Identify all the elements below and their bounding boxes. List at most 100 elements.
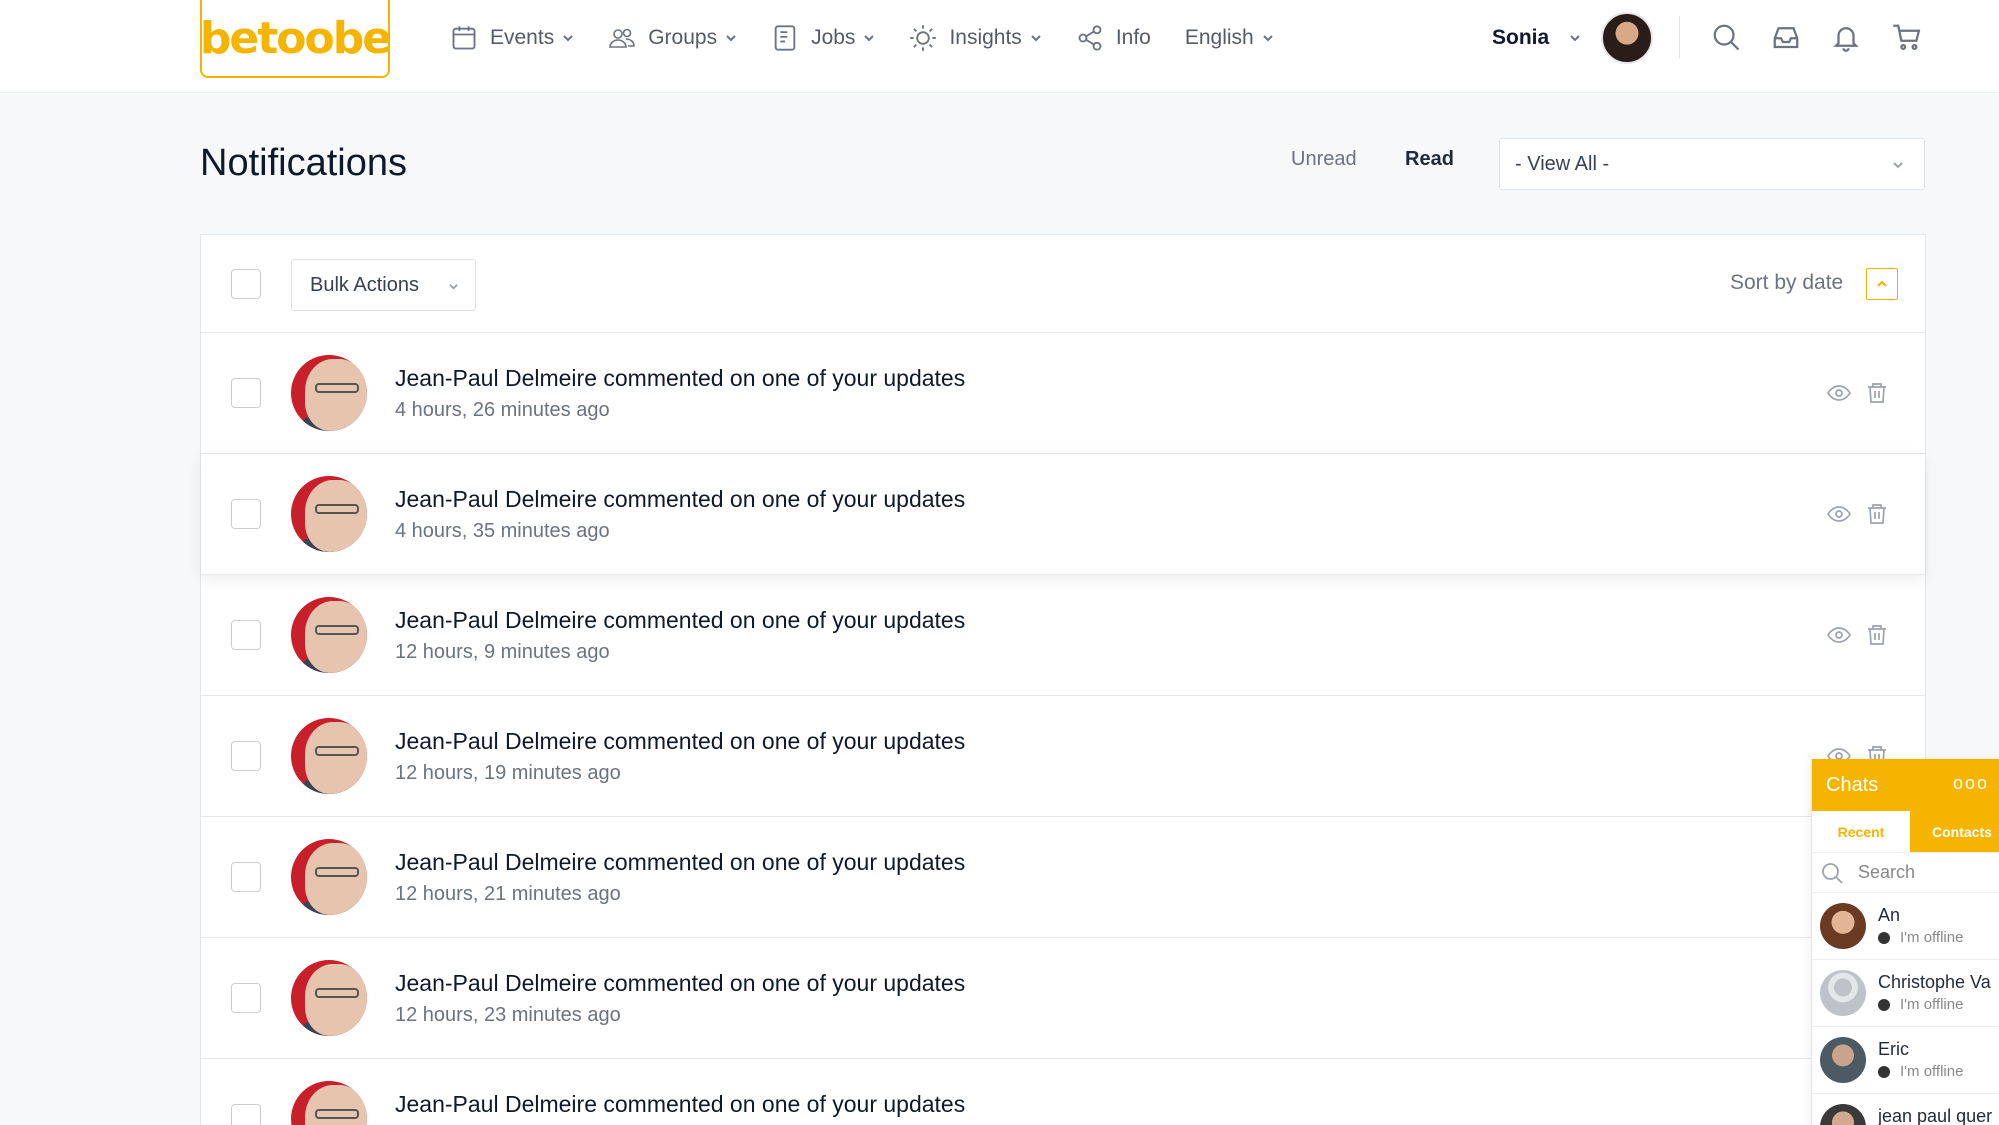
notification-text[interactable]: Jean-Paul Delmeire commented on one of y… [395,970,965,997]
chat-title: Chats [1826,773,1879,796]
chat-tabs: Recent Contacts [1812,811,1999,853]
nav-info[interactable]: Info [1076,24,1151,52]
search-icon [1822,862,1843,884]
avatar [1820,1104,1866,1125]
chevron-down-icon [449,284,458,290]
chat-search [1812,853,1999,893]
contact-name: jean paul quer [1878,1106,1993,1125]
contact-status: I'm offline [1878,929,1963,946]
inbox-icon[interactable] [1771,22,1801,52]
logo-text: betoobe [199,12,392,64]
notification-row[interactable]: Jean-Paul Delmeire commented on one of y… [201,333,1925,454]
logo[interactable]: betoobe [199,0,392,78]
notification-text[interactable]: Jean-Paul Delmeire commented on one of y… [395,607,965,634]
bulk-actions-select[interactable]: Bulk Actions [291,259,476,311]
row-checkbox[interactable] [231,378,261,408]
tab-contacts[interactable]: Contacts [1910,811,1999,852]
nav-events[interactable]: Events [450,24,574,52]
notification-time: 12 hours, 9 minutes ago [395,641,610,663]
sort-label: Sort by date [1730,271,1844,294]
more-icon[interactable]: ooo [1953,773,1989,794]
chevron-down-icon [563,35,573,42]
chat-contact-list: An I'm offline Christophe Va I'm offline Eri… [1812,893,1999,1125]
avatar[interactable] [291,355,367,431]
sort-direction-button[interactable] [1866,268,1898,300]
chevron-up-icon [1877,280,1887,287]
contact-name: An [1878,905,1901,925]
notification-text[interactable]: Jean-Paul Delmeire commented on one of y… [395,1091,965,1118]
notifications-panel: Bulk Actions Sort by date Jean-Paul Delm… [200,234,1926,1125]
search-icon[interactable] [1711,22,1741,52]
nav-jobs[interactable]: Jobs [771,24,875,52]
notification-text[interactable]: Jean-Paul Delmeire commented on one of y… [395,728,965,755]
avatar[interactable] [291,839,367,915]
contact-status-text: I'm offline [1900,1063,1964,1080]
filter-read[interactable]: Read [1405,148,1454,171]
notification-row[interactable]: Jean-Paul Delmeire commented on one of y… [201,1059,1925,1125]
row-checkbox[interactable] [231,983,261,1013]
notification-text[interactable]: Jean-Paul Delmeire commented on one of y… [395,486,965,513]
notification-time: 4 hours, 26 minutes ago [395,399,610,421]
notification-text[interactable]: Jean-Paul Delmeire commented on one of y… [395,365,965,392]
chevron-down-icon [1570,35,1580,42]
chat-contact[interactable]: Eric I'm offline [1812,1027,1999,1094]
avatar [1820,1037,1866,1083]
row-checkbox[interactable] [231,620,261,650]
avatar [1820,970,1866,1016]
eye-icon[interactable] [1827,623,1851,647]
row-checkbox[interactable] [231,862,261,892]
nav-groups-label: Groups [648,26,718,49]
chat-search-input[interactable] [1858,862,1998,883]
eye-icon[interactable] [1827,381,1851,405]
contact-status: I'm offline [1878,1063,1963,1080]
contact-status-text: I'm offline [1900,996,1964,1013]
chevron-down-icon [1893,162,1903,169]
status-dot [1878,998,1890,1011]
row-checkbox[interactable] [231,1104,261,1125]
trash-icon[interactable] [1865,623,1889,647]
bell-icon[interactable] [1831,22,1861,52]
page-title: Notifications [200,142,407,184]
chat-contact[interactable]: jean paul quer [1812,1094,1999,1125]
chevron-down-icon [1263,35,1273,42]
nav-groups[interactable]: Groups [608,24,737,52]
chevron-down-icon [1031,35,1041,42]
chat-contact[interactable]: Christophe Va I'm offline [1812,960,1999,1027]
notification-row[interactable]: Jean-Paul Delmeire commented on one of y… [201,454,1925,575]
tab-recent[interactable]: Recent [1812,811,1910,852]
chevron-down-icon [726,35,736,42]
user-menu[interactable]: Sonia [1492,12,1654,64]
nav-insights[interactable]: Insights [909,24,1041,52]
cart-icon[interactable] [1892,22,1922,52]
nav-jobs-label: Jobs [811,26,856,49]
notification-time: 12 hours, 19 minutes ago [395,762,621,784]
notification-row[interactable]: Jean-Paul Delmeire commented on one of y… [201,938,1925,1059]
filter-unread[interactable]: Unread [1291,148,1357,171]
avatar[interactable] [291,718,367,794]
bulk-actions-label: Bulk Actions [310,273,419,296]
notification-row[interactable]: Jean-Paul Delmeire commented on one of y… [201,817,1925,938]
eye-icon[interactable] [1827,502,1851,526]
avatar[interactable] [1601,12,1654,64]
notification-row[interactable]: Jean-Paul Delmeire commented on one of y… [201,696,1925,817]
nav-language[interactable]: English [1185,26,1274,50]
trash-icon[interactable] [1865,381,1889,405]
trash-icon[interactable] [1865,502,1889,526]
contact-name: Eric [1878,1039,1909,1059]
avatar[interactable] [291,476,367,552]
calendar-icon [452,26,476,50]
chat-header[interactable]: Chats ooo [1812,759,1999,811]
notifications-toolbar: Bulk Actions Sort by date [201,235,1925,333]
row-checkbox[interactable] [231,741,261,771]
avatar[interactable] [291,960,367,1036]
notification-row[interactable]: Jean-Paul Delmeire commented on one of y… [201,575,1925,696]
chat-contact[interactable]: An I'm offline [1812,893,1999,960]
avatar[interactable] [291,1081,367,1125]
notification-text[interactable]: Jean-Paul Delmeire commented on one of y… [395,849,965,876]
document-icon [774,25,796,51]
select-all-checkbox[interactable] [231,269,261,299]
view-filter-select[interactable]: - View All - [1499,138,1925,190]
row-checkbox[interactable] [231,499,261,529]
nav-language-label: English [1184,26,1254,49]
avatar[interactable] [291,597,367,673]
